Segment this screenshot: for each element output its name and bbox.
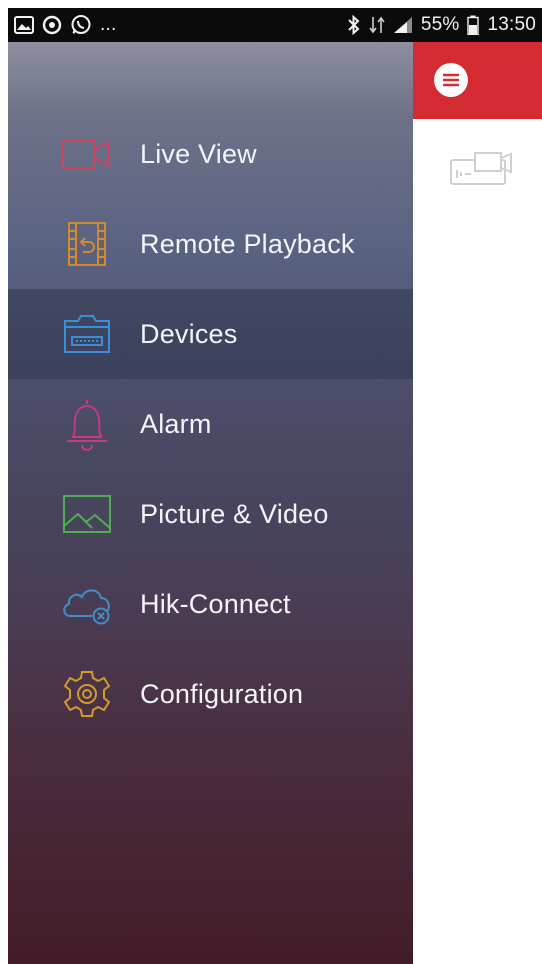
menu-label: Hik-Connect	[140, 588, 291, 619]
dvr-device-icon	[450, 152, 512, 185]
menu-label: Live View	[140, 138, 257, 169]
data-icon	[369, 15, 385, 35]
whatsapp-icon	[70, 14, 92, 36]
app-header	[413, 42, 542, 119]
status-bar: ... 55% 13:50	[8, 8, 542, 42]
menu-label: Alarm	[140, 408, 212, 439]
signal-icon	[393, 16, 413, 34]
hamburger-menu-button[interactable]	[434, 63, 468, 97]
menu-label: Devices	[140, 318, 238, 349]
cloud-icon	[60, 577, 114, 631]
menu-item-alarm[interactable]: Alarm	[8, 379, 413, 469]
menu-item-configuration[interactable]: Configuration	[8, 649, 413, 739]
menu-item-devices[interactable]: Devices	[8, 289, 413, 379]
image-icon	[14, 16, 34, 34]
menu-item-remote-playback[interactable]: Remote Playback	[8, 199, 413, 289]
menu-label: Remote Playback	[140, 228, 355, 259]
device-list-item[interactable]	[449, 150, 515, 190]
sync-icon	[42, 15, 62, 35]
menu-label: Configuration	[140, 678, 304, 709]
status-more-indicator: ...	[100, 14, 117, 35]
hamburger-icon	[442, 73, 460, 87]
drawer-menu: Live View Remote Playback Devices Alarm	[8, 109, 413, 739]
menu-item-live-view[interactable]: Live View	[8, 109, 413, 199]
status-right: 55% 13:50	[347, 14, 536, 36]
battery-icon	[467, 15, 480, 35]
main-content	[413, 42, 542, 964]
battery-percent: 55%	[420, 14, 460, 35]
app-screen: ... 55% 13:50 Live View Remote Playback …	[0, 0, 542, 964]
bluetooth-icon	[347, 15, 361, 35]
menu-item-hik-connect[interactable]: Hik-Connect	[8, 559, 413, 649]
clock: 13:50	[487, 14, 536, 35]
menu-label: Picture & Video	[140, 498, 329, 529]
status-left: ...	[14, 14, 116, 36]
bell-icon	[60, 397, 114, 451]
gear-icon	[60, 667, 114, 721]
video-camera-icon	[60, 127, 114, 181]
navigation-drawer: Live View Remote Playback Devices Alarm	[8, 42, 413, 964]
menu-item-picture-video[interactable]: Picture & Video	[8, 469, 413, 559]
picture-icon	[60, 487, 114, 541]
film-playback-icon	[60, 217, 114, 271]
dvr-device-icon	[60, 307, 114, 361]
